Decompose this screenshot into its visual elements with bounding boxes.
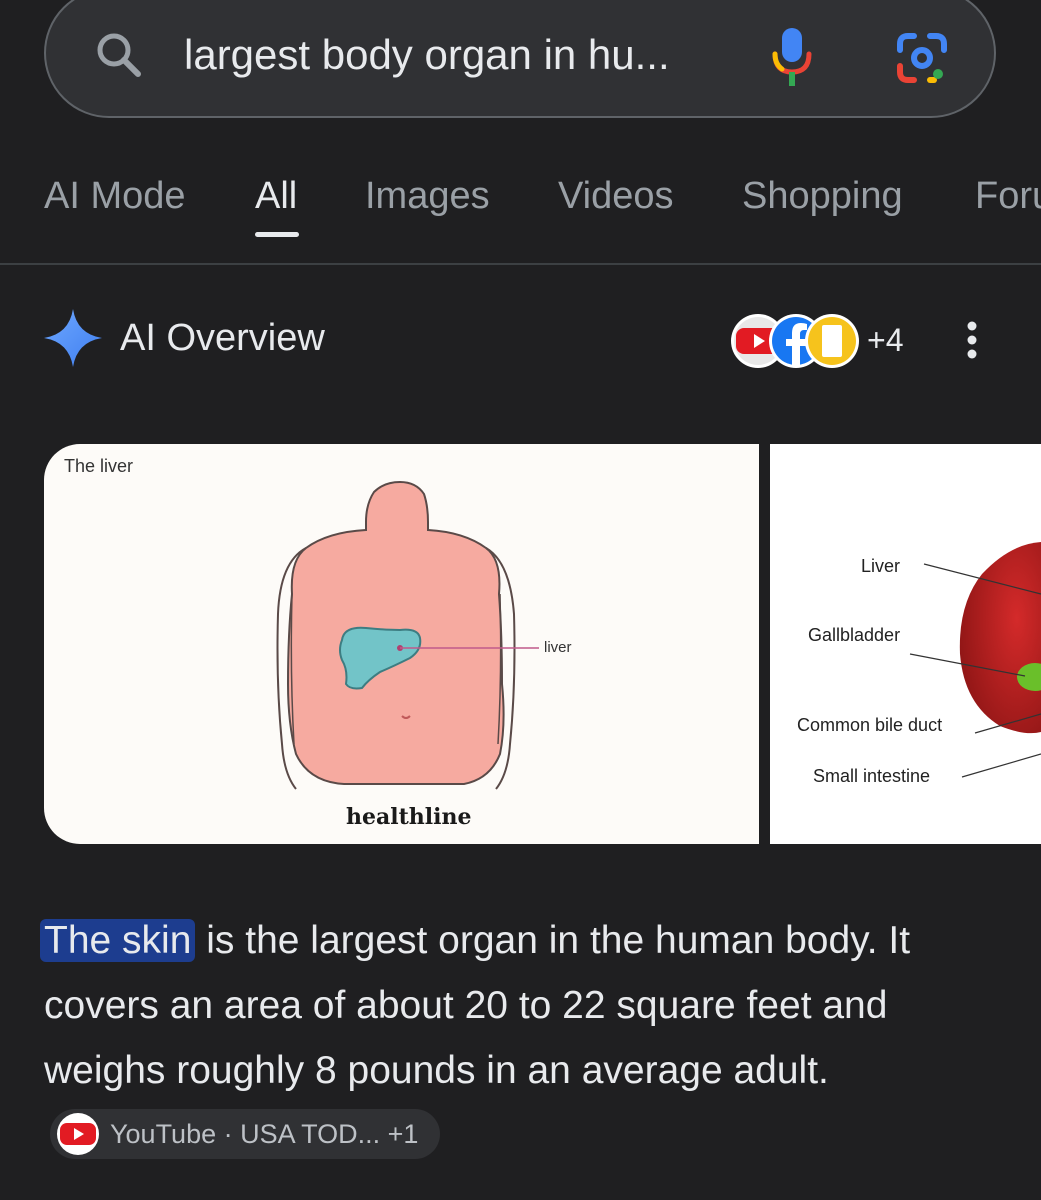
anatomy-label-bile-duct: Common bile duct (797, 715, 943, 735)
tab-ai-mode[interactable]: AI Mode (44, 170, 186, 222)
source-chip-label: YouTube · USA TOD... +1 (110, 1118, 419, 1149)
tab-shopping[interactable]: Shopping (742, 170, 903, 222)
more-options-icon[interactable] (964, 320, 980, 360)
google-lens-icon[interactable] (894, 30, 950, 86)
liver-label: liver (544, 639, 572, 656)
anatomy-label-small-intestine: Small intestine (813, 766, 931, 786)
source-icons[interactable] (730, 313, 860, 369)
tab-forums[interactable]: Foru (975, 170, 1041, 222)
anatomy-label-liver: Liver (861, 556, 901, 576)
source-chip[interactable]: YouTube · USA TOD... +1 (50, 1108, 441, 1159)
image-caption: The liver (64, 456, 134, 476)
tab-images[interactable]: Images (365, 170, 490, 222)
ai-sparkle-icon (44, 309, 102, 367)
search-tabs: AI Mode All Images Videos Shopping Foru (0, 170, 1041, 250)
news-source-icon (805, 314, 859, 368)
search-input[interactable]: largest body organ in hu... (184, 28, 670, 82)
tabs-divider (0, 263, 1041, 265)
sources-more-count[interactable]: +4 (867, 320, 903, 360)
torso-liver-illustration (276, 480, 539, 790)
healthline-brand: healthline (346, 804, 472, 830)
active-tab-indicator (255, 232, 299, 237)
youtube-icon (57, 1112, 99, 1155)
image-card-liver[interactable]: The liver liver healthline (44, 444, 759, 844)
search-icon[interactable] (92, 28, 146, 82)
tab-videos[interactable]: Videos (558, 170, 674, 222)
search-bar[interactable]: largest body organ in hu... (44, 0, 996, 118)
anatomy-label-gallbladder: Gallbladder (808, 625, 901, 645)
microphone-icon[interactable] (770, 26, 814, 88)
ai-overview-answer: The skin is the largest organ in the hum… (40, 908, 1004, 1168)
ai-overview-title: AI Overview (120, 317, 325, 359)
image-card-anatomy[interactable]: Liver Gallbladder Common bile duct Small… (770, 444, 1041, 844)
tab-all[interactable]: All (255, 170, 297, 222)
highlighted-term: The skin (40, 919, 196, 962)
